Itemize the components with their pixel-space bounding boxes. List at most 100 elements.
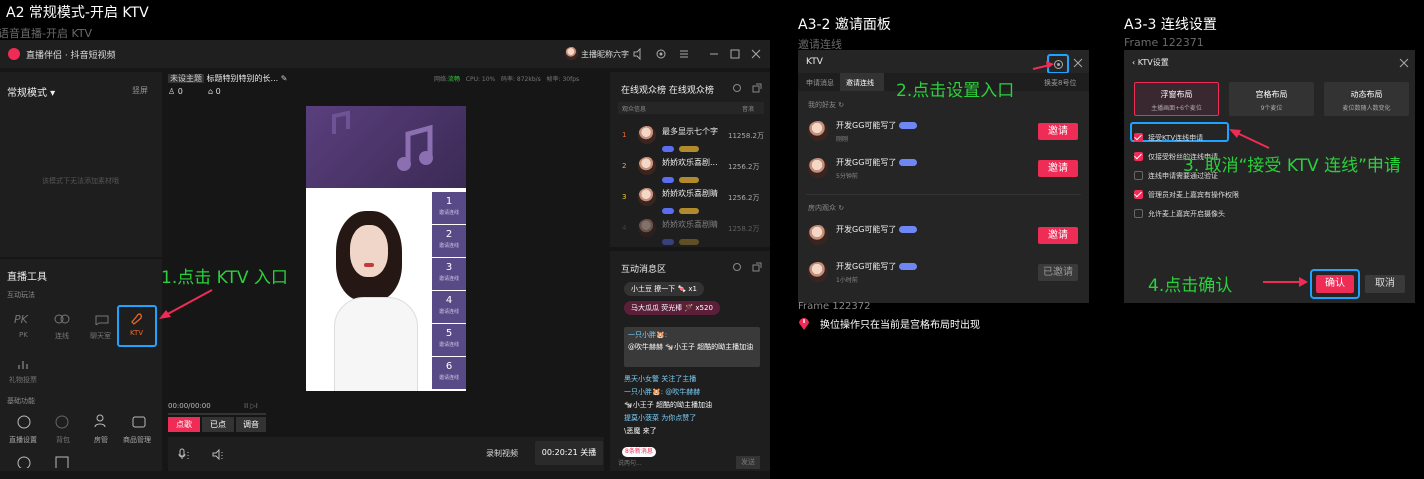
frame-title-a3-2: A3-2 邀请面板	[798, 17, 891, 33]
seat-slot[interactable]: 3 邀请连线	[432, 258, 466, 290]
host-avatar[interactable]	[565, 47, 578, 60]
checkbox-checked-icon[interactable]	[1134, 190, 1143, 199]
checkbox-checked-icon[interactable]	[1134, 133, 1143, 142]
layout-option[interactable]: 宫格布局 9个麦位	[1229, 82, 1314, 116]
invite-button[interactable]: 邀请	[1038, 123, 1078, 140]
audience-value: 1256.2万	[728, 163, 760, 171]
seat-slot[interactable]: 2 邀请连线	[432, 225, 466, 257]
setting-option[interactable]: 管理员对麦上嘉宾有操作权限	[1134, 184, 1239, 199]
like-count: 0	[215, 87, 221, 96]
song-tab-tune[interactable]: 调音	[236, 417, 266, 432]
song-tab-order[interactable]: 点歌	[168, 417, 200, 432]
settings-gear-icon[interactable]	[732, 262, 742, 272]
checkbox-unchecked-icon[interactable]	[1134, 171, 1143, 180]
quoted-message[interactable]: 一只小胖🐹: @吹牛赫赫 🐄小王子 超酷的呦主播加油	[624, 327, 760, 367]
audience-row[interactable]: 4 娇娇欢乐喜剧睛 1258.2万	[618, 217, 766, 245]
seat-slot[interactable]: 4 邀请连线	[432, 291, 466, 323]
tool-chatroom-label: 聊天室	[90, 332, 111, 340]
record-video-button[interactable]: 录制视频	[486, 448, 518, 459]
audience-value: 1258.2万	[728, 225, 760, 233]
avatar	[808, 225, 828, 245]
mic-toggle-icon[interactable]	[178, 448, 192, 460]
layout-desc: 麦位数随人数变化	[1342, 105, 1391, 112]
audience-value: 11258.2万	[728, 132, 764, 140]
menu-icon[interactable]	[678, 48, 690, 60]
invited-button[interactable]: 已邀请	[1038, 264, 1078, 281]
close-icon[interactable]	[1073, 58, 1083, 68]
avatar	[638, 188, 656, 206]
level-badge	[899, 159, 918, 166]
host-name[interactable]: 主播昵称六字	[581, 49, 629, 60]
product-icon[interactable]	[132, 414, 146, 428]
link-icon[interactable]	[54, 314, 70, 324]
popout-icon[interactable]	[752, 83, 762, 93]
cancel-button[interactable]: 取消	[1365, 275, 1405, 293]
layout-name: 宫格布局	[1255, 90, 1288, 99]
seat-slot[interactable]: 5 邀请连线	[432, 324, 466, 356]
minimize-icon[interactable]	[708, 48, 720, 60]
invite-button[interactable]: 邀请	[1038, 160, 1078, 177]
seat-invite-label: 邀请连线	[438, 375, 459, 381]
room-admin-icon[interactable]	[94, 414, 108, 428]
checkbox-checked-icon[interactable]	[1134, 152, 1143, 161]
song-tab-queued[interactable]: 已点	[202, 417, 234, 432]
checkbox-unchecked-icon[interactable]	[1134, 209, 1143, 218]
maximize-icon[interactable]	[729, 48, 741, 60]
refresh-icon[interactable]: ↻	[838, 101, 844, 109]
seat-slot[interactable]: 6 邀请连线	[432, 357, 466, 389]
audience-row[interactable]: 1 最多显示七个字 11258.2万	[618, 124, 766, 152]
chat-message: 🐄小王子 超酷的呦主播加油	[624, 401, 712, 409]
tab-apply-messages[interactable]: 申请消息	[806, 78, 834, 88]
close-icon[interactable]	[1399, 58, 1409, 68]
screen-orientation[interactable]: 竖屏	[132, 85, 148, 96]
gift-message: 小土豆 撩一下 🍬 x1	[624, 282, 704, 296]
layout-desc: 主播画面+6个麦位	[1151, 105, 1202, 112]
mode-selector[interactable]: 常规模式 ▾	[7, 84, 55, 99]
popout-icon[interactable]	[752, 262, 762, 272]
confirm-button[interactable]: 确认	[1316, 275, 1354, 293]
audience-row[interactable]: 2 娇娇欢乐喜剧... 1256.2万	[618, 155, 766, 183]
chatroom-icon[interactable]	[94, 313, 110, 325]
ktv-entry-button[interactable]: KTV	[117, 305, 157, 347]
audience-row[interactable]: 3 娇娇欢乐喜剧睛 1256.2万	[618, 186, 766, 214]
divider	[806, 194, 1081, 195]
tab-invite-link[interactable]: 邀请连线	[840, 73, 884, 91]
setting-option[interactable]: 接受KTV连线申请	[1134, 127, 1203, 142]
layout-desc: 9个麦位	[1260, 105, 1283, 112]
refresh-icon[interactable]: ↻	[838, 204, 844, 212]
back-icon[interactable]: ‹	[1132, 58, 1135, 67]
gift-vote-icon[interactable]	[17, 358, 29, 370]
setting-option-label: 管理员对麦上嘉宾有操作权限	[1148, 190, 1239, 199]
invite-row: 开发GG可能写了 5分钟前 邀请	[808, 154, 1080, 184]
room-title[interactable]: 标题特别特别的长...	[207, 74, 279, 83]
settings-gear-icon[interactable]	[655, 48, 667, 60]
tab-swap-seat[interactable]: 换麦8号位	[1044, 78, 1076, 88]
layout-option[interactable]: 浮窗布局主播画面+6个麦位	[1134, 82, 1219, 116]
send-button[interactable]: 发送	[736, 456, 760, 469]
player-controls[interactable]: II ▷I	[244, 402, 258, 410]
check-tool-icon[interactable]	[55, 456, 69, 468]
pk-icon[interactable]: PK	[14, 313, 28, 326]
invite-button[interactable]: 邀请	[1038, 227, 1078, 244]
audience-value: 1256.2万	[728, 194, 760, 202]
end-live-button[interactable]: 00:20:21 关播	[535, 441, 603, 465]
live-settings-icon[interactable]	[17, 415, 31, 429]
seat-slot[interactable]: 1 邀请连线	[432, 192, 466, 224]
invite-time: 5分钟前	[836, 173, 858, 180]
more-tool-icon[interactable]	[17, 456, 31, 468]
audio-level-icon[interactable]	[212, 448, 226, 460]
avatar	[808, 158, 828, 178]
settings-gear-icon[interactable]	[732, 83, 742, 93]
edit-icon[interactable]: ✎	[281, 74, 288, 83]
settings-panel: ‹ KTV设置 浮窗布局 主播画面+6个麦位 宫格布局 9个麦位 动态布局 麦位数随人数变…	[1124, 50, 1415, 303]
speaker-icon[interactable]	[632, 48, 644, 60]
annotation-arrow	[1225, 126, 1271, 150]
backpack-icon[interactable]	[55, 415, 69, 429]
new-messages-badge[interactable]: 8条新消息	[622, 447, 656, 457]
seat-number: 6	[445, 361, 453, 372]
close-icon[interactable]	[750, 48, 762, 60]
layout-option[interactable]: 动态布局 麦位数随人数变化	[1324, 82, 1409, 116]
setting-option[interactable]: 允许麦上嘉宾开启摄像头	[1134, 203, 1225, 218]
song-progress[interactable]	[168, 413, 266, 415]
layout-name: 浮窗布局	[1160, 90, 1193, 99]
